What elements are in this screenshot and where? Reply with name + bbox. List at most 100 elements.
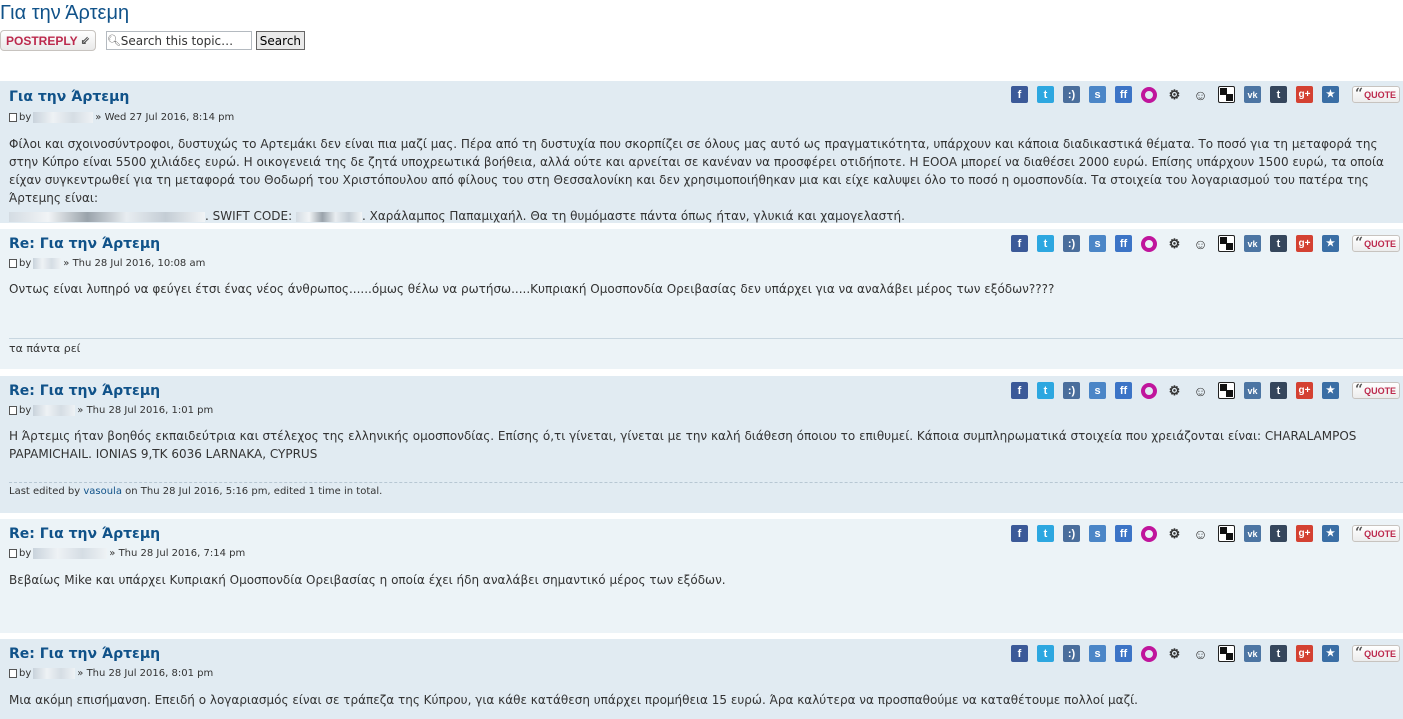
vk-icon[interactable]: vk: [1244, 86, 1261, 103]
google-plus-icon[interactable]: g+: [1296, 525, 1313, 542]
reddit-icon[interactable]: ☺: [1192, 525, 1209, 542]
vk-icon[interactable]: vk: [1244, 235, 1261, 252]
google-bookmarks-icon[interactable]: ★: [1322, 86, 1339, 103]
post-title[interactable]: Re: Για την Άρτεμη: [9, 236, 160, 252]
author-name[interactable]: [33, 405, 76, 416]
edited-prefix: Last edited by: [9, 486, 81, 497]
stumbleupon-icon[interactable]: s: [1089, 645, 1106, 662]
tumblr-icon[interactable]: t: [1270, 382, 1287, 399]
digg-icon[interactable]: ⚙: [1166, 86, 1183, 103]
post-icon[interactable]: [9, 406, 17, 415]
quote-icon: “: [1355, 86, 1364, 102]
delicious-icon[interactable]: :): [1063, 645, 1080, 662]
swift-code-redacted: [296, 211, 363, 222]
vk-icon[interactable]: vk: [1244, 382, 1261, 399]
by-label: by: [19, 112, 32, 123]
quote-button[interactable]: “QUOTE: [1352, 235, 1401, 252]
facebook-icon[interactable]: f: [1011, 525, 1028, 542]
facebook-icon[interactable]: f: [1011, 86, 1028, 103]
delicious-icon[interactable]: :): [1063, 525, 1080, 542]
quote-button[interactable]: “QUOTE: [1352, 86, 1401, 103]
diigo-icon[interactable]: [1218, 235, 1235, 252]
author-name[interactable]: [33, 112, 94, 123]
reddit-icon[interactable]: ☺: [1192, 235, 1209, 252]
post-date: » Thu 28 Jul 2016, 7:14 pm: [109, 548, 246, 559]
topic-title[interactable]: Για την Άρτεμη: [0, 2, 129, 25]
post-reply-button[interactable]: POSTREPLY ⇙: [0, 30, 96, 51]
post-icon[interactable]: [9, 113, 17, 122]
google-bookmarks-icon[interactable]: ★: [1322, 382, 1339, 399]
tumblr-icon[interactable]: t: [1270, 86, 1287, 103]
quote-button[interactable]: “QUOTE: [1352, 382, 1401, 399]
vk-icon[interactable]: vk: [1244, 525, 1261, 542]
reddit-icon[interactable]: ☺: [1192, 86, 1209, 103]
friendfeed-icon[interactable]: ff: [1115, 382, 1132, 399]
diigo-icon[interactable]: [1218, 525, 1235, 542]
facebook-icon[interactable]: f: [1011, 645, 1028, 662]
tumblr-icon[interactable]: t: [1270, 235, 1287, 252]
facebook-icon[interactable]: f: [1011, 382, 1028, 399]
delicious-icon[interactable]: :): [1063, 382, 1080, 399]
post-icon[interactable]: [9, 549, 17, 558]
by-label: by: [19, 258, 32, 269]
google-plus-icon[interactable]: g+: [1296, 86, 1313, 103]
friendfeed-icon[interactable]: ff: [1115, 645, 1132, 662]
search-button[interactable]: Search: [255, 31, 306, 50]
post-title[interactable]: Re: Για την Άρτεμη: [9, 383, 160, 399]
author-name[interactable]: [33, 258, 62, 269]
digg-icon[interactable]: ⚙: [1166, 525, 1183, 542]
post-title[interactable]: Για την Άρτεμη: [9, 89, 129, 105]
edited-by-user[interactable]: vasoula: [83, 486, 122, 497]
friendfeed-icon[interactable]: ff: [1115, 525, 1132, 542]
stumbleupon-icon[interactable]: s: [1089, 382, 1106, 399]
reply-arrow-icon: ⇙: [80, 35, 90, 47]
digg-icon[interactable]: ⚙: [1166, 235, 1183, 252]
vk-icon[interactable]: vk: [1244, 645, 1261, 662]
post-title[interactable]: Re: Για την Άρτεμη: [9, 526, 160, 542]
twitter-icon[interactable]: t: [1037, 382, 1054, 399]
google-plus-icon[interactable]: g+: [1296, 235, 1313, 252]
quote-button[interactable]: “QUOTE: [1352, 645, 1401, 662]
delicious-icon[interactable]: :): [1063, 86, 1080, 103]
oknotizie-icon[interactable]: [1141, 86, 1157, 103]
share-bar: f t:) s ff ⚙ ☺ vk t g+ ★ “QUOTE: [1011, 645, 1401, 662]
digg-icon[interactable]: ⚙: [1166, 645, 1183, 662]
twitter-icon[interactable]: t: [1037, 645, 1054, 662]
stumbleupon-icon[interactable]: s: [1089, 86, 1106, 103]
twitter-icon[interactable]: t: [1037, 235, 1054, 252]
diigo-icon[interactable]: [1218, 86, 1235, 103]
search-input[interactable]: [120, 33, 247, 48]
post-icon[interactable]: [9, 669, 17, 678]
reddit-icon[interactable]: ☺: [1192, 645, 1209, 662]
reddit-icon[interactable]: ☺: [1192, 382, 1209, 399]
google-bookmarks-icon[interactable]: ★: [1322, 645, 1339, 662]
stumbleupon-icon[interactable]: s: [1089, 235, 1106, 252]
google-bookmarks-icon[interactable]: ★: [1322, 235, 1339, 252]
friendfeed-icon[interactable]: ff: [1115, 86, 1132, 103]
google-bookmarks-icon[interactable]: ★: [1322, 525, 1339, 542]
author-name[interactable]: [33, 548, 108, 559]
google-plus-icon[interactable]: g+: [1296, 645, 1313, 662]
twitter-icon[interactable]: t: [1037, 525, 1054, 542]
by-label: by: [19, 548, 32, 559]
post-icon[interactable]: [9, 259, 17, 268]
tumblr-icon[interactable]: t: [1270, 525, 1287, 542]
delicious-icon[interactable]: :): [1063, 235, 1080, 252]
search-field[interactable]: 🔍︎: [105, 31, 252, 50]
quote-button[interactable]: “QUOTE: [1352, 525, 1401, 542]
post-title[interactable]: Re: Για την Άρτεμη: [9, 646, 160, 662]
diigo-icon[interactable]: [1218, 382, 1235, 399]
friendfeed-icon[interactable]: ff: [1115, 235, 1132, 252]
tumblr-icon[interactable]: t: [1270, 645, 1287, 662]
oknotizie-icon[interactable]: [1141, 525, 1157, 542]
oknotizie-icon[interactable]: [1141, 382, 1157, 399]
facebook-icon[interactable]: f: [1011, 235, 1028, 252]
oknotizie-icon[interactable]: [1141, 235, 1157, 252]
oknotizie-icon[interactable]: [1141, 645, 1157, 662]
digg-icon[interactable]: ⚙: [1166, 382, 1183, 399]
stumbleupon-icon[interactable]: s: [1089, 525, 1106, 542]
author-name[interactable]: [33, 668, 76, 679]
google-plus-icon[interactable]: g+: [1296, 382, 1313, 399]
twitter-icon[interactable]: t: [1037, 86, 1054, 103]
diigo-icon[interactable]: [1218, 645, 1235, 662]
